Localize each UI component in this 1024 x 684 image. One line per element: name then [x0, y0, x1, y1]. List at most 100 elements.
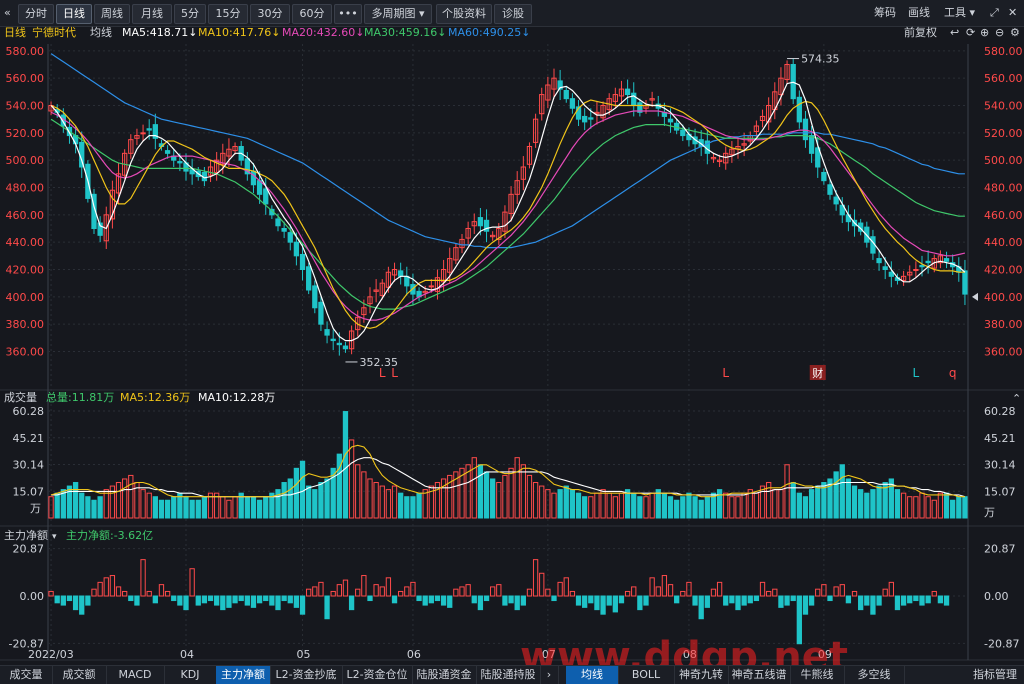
capital-bar	[164, 590, 171, 597]
tab-nine-turn[interactable]: 神奇九转	[674, 666, 729, 684]
capital-bar	[710, 588, 717, 597]
tab-kdj[interactable]: KDJ	[164, 666, 217, 684]
capital-bar	[416, 595, 422, 602]
capital-bar	[894, 595, 901, 611]
price-tick-right: 560.00	[984, 72, 1023, 85]
price-tick-right: 460.00	[984, 209, 1023, 222]
capital-bar	[177, 595, 183, 606]
volume-bar	[649, 492, 655, 519]
tab-long-short[interactable]: 多空线	[844, 666, 905, 684]
volume-bar	[741, 492, 747, 519]
candle-body	[802, 118, 809, 141]
tab-boll[interactable]: BOLL	[618, 666, 675, 684]
volume-bar	[201, 496, 208, 519]
tab-five-lines[interactable]: 神奇五线谱	[728, 666, 791, 684]
capital-bar	[815, 588, 821, 597]
capital-bar	[766, 590, 772, 597]
volume-bar	[845, 478, 852, 519]
volume-tick-right: 60.28	[984, 405, 1016, 418]
tab-l2-bottom[interactable]: L2-资金抄底	[270, 666, 343, 684]
capital-bar	[790, 595, 796, 602]
volume-bar	[692, 496, 698, 519]
price-tick-left: 540.00	[6, 100, 45, 113]
capital-bar	[716, 581, 723, 597]
price-tick-right: 580.00	[984, 45, 1023, 58]
tab-northbound-holding[interactable]: 陆股通持股	[476, 666, 541, 684]
tab-l2-position[interactable]: L2-资金仓位	[342, 666, 413, 684]
volume-bar	[575, 492, 582, 519]
capital-bar	[256, 595, 263, 604]
candle-body	[164, 150, 171, 154]
chevron-down-icon[interactable]: ▾	[52, 532, 57, 542]
volume-bar	[943, 492, 950, 519]
chevron-up-icon[interactable]: ⌃	[1012, 392, 1021, 405]
candle-body	[398, 270, 404, 277]
capital-bar	[618, 595, 625, 604]
capital-bar	[134, 595, 140, 606]
tab-bull-bear[interactable]: 牛熊线	[790, 666, 845, 684]
volume-bar	[54, 492, 60, 519]
volume-bar	[91, 499, 97, 519]
volume-bar	[324, 478, 330, 519]
tab-main-capital[interactable]: 主力净额	[216, 666, 271, 684]
volume-bar	[729, 496, 735, 519]
capital-bar	[907, 595, 913, 604]
volume-bar	[471, 457, 477, 519]
candle-body	[833, 196, 839, 205]
volume-bar	[618, 492, 625, 519]
capital-bar	[937, 595, 944, 604]
volume-bar	[189, 499, 195, 519]
capital-bar	[827, 595, 833, 602]
capital-bar	[858, 595, 864, 611]
candle-body	[680, 129, 686, 137]
capital-bar	[299, 595, 306, 615]
volume-tick-left: 45.21	[13, 432, 45, 445]
volume-bar	[299, 460, 306, 519]
volume-bar	[851, 485, 858, 519]
volume-bar	[631, 492, 637, 519]
volume-ma5: MA5:12.36万	[120, 391, 190, 404]
chevron-right-icon[interactable]: ›	[540, 666, 559, 684]
volume-bar	[962, 496, 968, 519]
capital-bar	[318, 581, 324, 597]
volume-bar	[171, 496, 177, 519]
capital-bar	[870, 595, 876, 615]
candle-body	[913, 269, 919, 271]
volume-bar	[183, 496, 189, 519]
volume-bar	[502, 474, 508, 519]
tab-indicator-manage[interactable]: 指标管理	[966, 666, 1024, 684]
volume-bar	[146, 492, 152, 519]
candle-body	[919, 264, 925, 268]
volume-bar	[79, 492, 85, 519]
tab-northbound-capital[interactable]: 陆股通资金	[412, 666, 477, 684]
capital-bar	[171, 595, 177, 602]
capital-bar	[502, 595, 508, 606]
capital-title[interactable]: 主力净额	[4, 528, 48, 542]
capital-tick-left: 20.87	[13, 543, 45, 556]
capital-bar	[91, 588, 97, 597]
volume-tick-right: 15.07	[984, 485, 1016, 498]
candle-body	[177, 161, 183, 164]
capital-bar	[238, 595, 244, 602]
volume-bar	[226, 499, 232, 519]
stock-chart[interactable]: 580.00 580.00 560.00 560.00 540.00 540.00 520.…	[0, 0, 1024, 683]
volume-bar	[287, 478, 293, 519]
volume-bar	[680, 496, 686, 519]
volume-bar	[551, 492, 557, 519]
capital-bar	[373, 584, 379, 597]
price-tick-left: 480.00	[6, 182, 45, 195]
volume-bar	[483, 471, 490, 519]
event-marker: L	[722, 366, 729, 380]
volume-bar	[275, 489, 281, 519]
candle-body	[306, 266, 312, 291]
capital-tick-right: 20.87	[984, 543, 1016, 556]
capital-bar	[453, 588, 459, 597]
capital-bar	[864, 595, 870, 606]
capital-bar	[526, 588, 533, 597]
tab-macd[interactable]: MACD	[106, 666, 165, 684]
capital-bar	[563, 577, 569, 597]
tab-turnover[interactable]: 成交额	[52, 666, 107, 684]
tab-ma[interactable]: 均线	[566, 666, 619, 684]
capital-bar	[582, 595, 588, 608]
tab-volume[interactable]: 成交量	[0, 666, 53, 684]
